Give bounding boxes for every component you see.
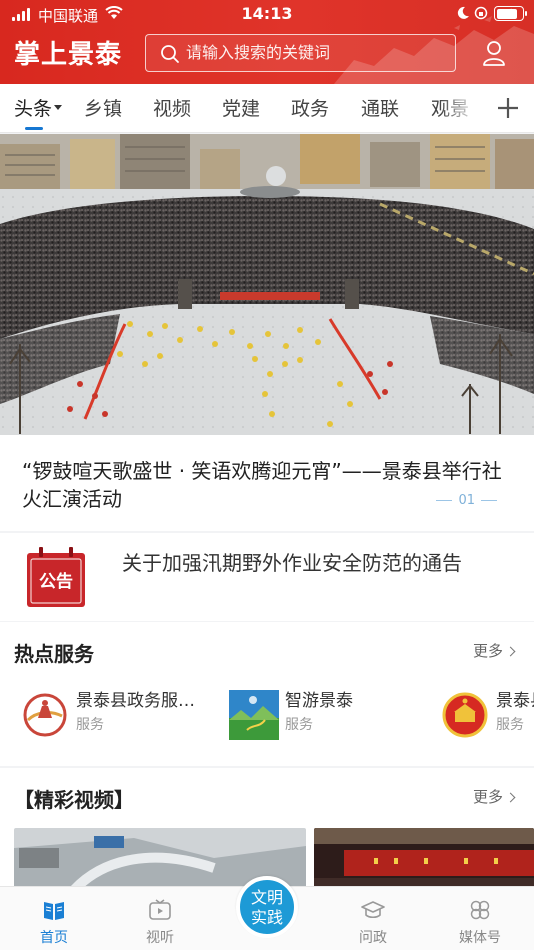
nav-label: 媒体号 [459,930,501,946]
nav-label: 视听 [146,930,174,946]
videos-header: 【精彩视频】 更多 [0,768,534,824]
tab-overflow-fade [440,84,490,132]
pager-dash [481,500,497,501]
service-item-smart-tour[interactable]: 智游景泰 服务 [229,686,429,746]
orientation-lock-icon [474,6,488,20]
nav-audiovisual[interactable]: 视听 [120,887,200,950]
nav-home[interactable]: 首页 [14,887,94,950]
announcement-icon-label: 公告 [39,571,73,592]
service-subtitle: 服务 [76,717,104,733]
announcement-text: 关于加强汛期野外作业安全防范的通告 [122,551,462,575]
app-title: 掌上景泰 [14,40,123,70]
tab-video[interactable]: 视频 [153,94,191,121]
tab-label: 头条 [14,98,53,120]
add-channel-plus-icon[interactable] [496,96,520,120]
service-name: 景泰县 [496,691,534,711]
nav-label: 问政 [359,930,387,946]
hot-services-heading: 热点服务 [14,642,94,666]
service-item-gov[interactable]: 景泰县政务服… 服务 [20,686,220,746]
active-tab-indicator [25,127,43,130]
user-profile-icon[interactable] [482,40,506,66]
videos-heading: 【精彩视频】 [14,788,134,812]
tv-play-icon [149,899,171,920]
caret-down-icon [54,105,63,110]
graduation-cap-icon [361,901,385,919]
service-subtitle: 服务 [496,717,524,733]
tab-towns[interactable]: 乡镇 [84,94,122,121]
center-button-line2: 实践 [250,908,283,927]
nav-inquiry[interactable]: 问政 [333,887,413,950]
battery-icon [494,6,527,21]
headline-banner-image[interactable] [0,134,534,435]
service-name: 景泰县政务服… [76,691,195,711]
service-name: 智游景泰 [285,691,353,711]
national-emblem-icon [442,692,488,738]
clock: 14:13 [241,4,293,23]
tab-government-affairs[interactable]: 政务 [291,94,329,121]
video-thumbnail[interactable] [314,828,534,890]
status-bar: 中国联通 14:13 [0,0,534,28]
center-button-line1: 文明 [250,888,283,907]
banner-pager: 01 [436,493,497,508]
banner-caption[interactable]: “锣鼓喧天歌盛世 · 笑语欢腾迎元宵”——景泰县举行社火汇演活动 01 [0,435,534,531]
chevron-right-icon [505,646,516,657]
smart-tour-landscape-icon [229,690,279,740]
search-icon [161,45,179,63]
banner-page-number: 01 [458,493,475,508]
tab-party-building[interactable]: 党建 [222,94,260,121]
civilization-practice-button[interactable]: 文明 实践 [236,876,298,938]
app-screen: 中国联通 14:13 掌上景泰 请输入搜索的关键词 头条 乡镇 视频 党建 政务… [0,0,534,950]
pager-dash [436,500,453,501]
crowd-square-photo [0,134,534,435]
announcement-card[interactable]: 公告 关于加强汛期野外作业安全防范的通告 [0,533,534,621]
video-thumbnail-image [314,828,534,890]
announcement-calendar-icon: 公告 [27,547,85,607]
more-label: 更多 [472,788,503,806]
service-item-county[interactable]: 景泰县 服务 [440,686,534,746]
hot-services-list: 景泰县政务服… 服务 智游景泰 服务 景泰县 服务 [0,678,534,766]
government-service-logo-icon [23,693,67,737]
more-label: 更多 [472,642,503,660]
search-box[interactable] [145,34,456,72]
nav-media-accounts[interactable]: 媒体号 [440,887,520,950]
do-not-disturb-moon-icon [457,6,469,19]
header-bar: 中国联通 14:13 掌上景泰 [0,0,534,84]
tab-liaison[interactable]: 通联 [361,94,399,121]
hot-services-more-link[interactable]: 更多 [472,640,516,661]
chevron-right-icon [505,792,516,803]
nav-label: 首页 [40,930,68,946]
home-book-icon [44,902,64,920]
videos-more-link[interactable]: 更多 [472,786,516,807]
search-input[interactable] [186,35,446,70]
tab-headline[interactable]: 头条 [14,94,63,121]
clover-icon [470,900,490,920]
hot-services-header: 热点服务 更多 [0,622,534,678]
channel-tabs: 头条 乡镇 视频 党建 政务 通联 观景 [0,84,534,133]
service-subtitle: 服务 [285,717,313,733]
